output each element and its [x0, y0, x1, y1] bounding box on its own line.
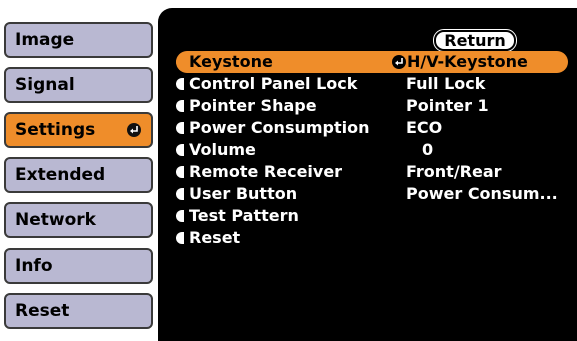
menu-item-pointer-shape[interactable]: Pointer Shape Pointer 1: [176, 95, 568, 117]
item-label: Reset: [189, 228, 241, 247]
tab-label: Extended: [15, 165, 106, 185]
item-value: 0: [422, 140, 434, 159]
enter-arrow-icon: [127, 123, 141, 137]
tab-label: Info: [15, 256, 53, 276]
item-marker: [176, 100, 184, 112]
item-marker: [176, 210, 184, 222]
item-marker: [176, 166, 184, 178]
tab-network[interactable]: Network: [4, 202, 153, 238]
item-label: Power Consumption: [189, 118, 370, 137]
menu-item-volume[interactable]: Volume 0: [176, 139, 568, 161]
menu-item-control-panel-lock[interactable]: Control Panel Lock Full Lock: [176, 73, 568, 95]
tab-label: Settings: [15, 120, 96, 140]
item-label: User Button: [189, 184, 298, 203]
menu-item-user-button[interactable]: User Button Power Consum...: [176, 183, 568, 205]
item-label: Test Pattern: [189, 206, 299, 225]
tab-label: Signal: [15, 75, 75, 95]
tab-settings[interactable]: Settings: [4, 112, 153, 148]
enter-arrow-icon: [392, 55, 406, 69]
projector-menu-screen: Image Signal Settings Extended Network I…: [0, 0, 577, 341]
item-value-text: H/V-Keystone: [407, 52, 528, 71]
item-label: Pointer Shape: [189, 96, 317, 115]
item-label: Remote Receiver: [189, 162, 343, 181]
item-value: ECO: [406, 118, 443, 137]
item-marker: [176, 122, 184, 134]
item-label: Volume: [189, 140, 256, 159]
return-button[interactable]: Return: [433, 29, 517, 52]
tab-extended[interactable]: Extended: [4, 157, 153, 193]
menu-item-keystone[interactable]: Keystone H/V-Keystone: [176, 51, 568, 73]
item-marker: [176, 188, 184, 200]
settings-panel: Return Keystone H/V-Keystone Control Pan…: [158, 8, 577, 341]
item-label: Control Panel Lock: [189, 74, 358, 93]
menu-tabs: Image Signal Settings Extended Network I…: [0, 0, 160, 341]
item-marker: [176, 232, 184, 244]
item-label: Keystone: [189, 52, 273, 71]
tab-image[interactable]: Image: [4, 22, 153, 58]
menu-item-test-pattern[interactable]: Test Pattern: [176, 205, 568, 227]
tab-label: Network: [15, 210, 96, 230]
item-value: H/V-Keystone: [392, 51, 528, 73]
tab-label: Image: [15, 30, 75, 50]
item-value: Pointer 1: [406, 96, 489, 115]
item-value: Full Lock: [406, 74, 486, 93]
tab-label: Reset: [15, 301, 70, 321]
tab-info[interactable]: Info: [4, 248, 153, 284]
tab-reset[interactable]: Reset: [4, 293, 153, 329]
menu-item-remote-receiver[interactable]: Remote Receiver Front/Rear: [176, 161, 568, 183]
item-marker: [176, 78, 184, 90]
item-value: Front/Rear: [406, 162, 502, 181]
item-marker: [176, 56, 184, 68]
menu-item-reset[interactable]: Reset: [176, 227, 568, 249]
item-value: Power Consum...: [406, 184, 558, 203]
tab-signal[interactable]: Signal: [4, 67, 153, 103]
menu-item-power-consumption[interactable]: Power Consumption ECO: [176, 117, 568, 139]
item-marker: [176, 144, 184, 156]
